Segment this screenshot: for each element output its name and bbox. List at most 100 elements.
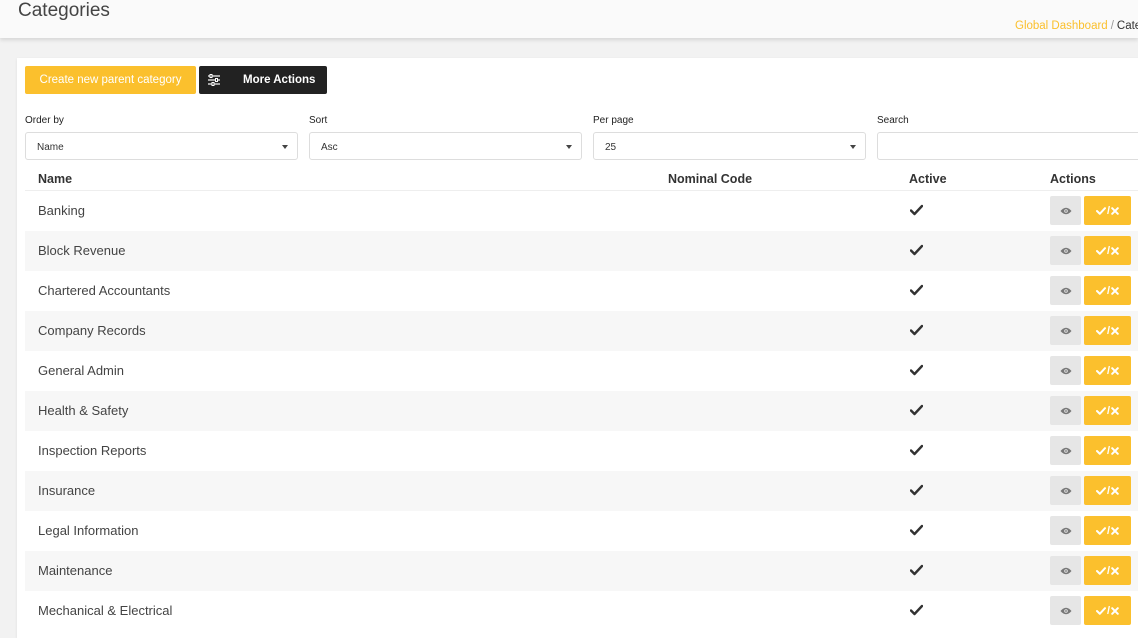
toggle-active-button[interactable]: / [1084,316,1131,345]
table-header: Name Nominal Code Active Actions [25,170,1138,191]
table-row: Chartered Accountants / [25,271,1138,311]
category-name[interactable]: Mechanical & Electrical [38,603,172,618]
view-button[interactable] [1050,436,1081,465]
toggle-active-button[interactable]: / [1084,196,1131,225]
check-icon [1095,526,1106,535]
more-actions-label: More Actions [243,74,316,86]
view-button[interactable] [1050,596,1081,625]
toggle-separator: / [1106,484,1111,497]
breadcrumb-separator: / [1110,20,1114,32]
view-button[interactable] [1050,556,1081,585]
toggle-active-button[interactable]: / [1084,436,1131,465]
toggle-active-button[interactable]: / [1084,276,1131,305]
table-row: Maintenance / [25,551,1138,591]
sort-value: Asc [321,142,338,153]
per-page-value: 25 [605,142,617,153]
check-icon [1095,406,1106,415]
toggle-active-button[interactable]: / [1084,516,1131,545]
eye-icon [1060,567,1072,575]
table-row: Company Records / [25,311,1138,351]
category-name[interactable]: Block Revenue [38,243,125,258]
column-header-nominal-code[interactable]: Nominal Code [668,172,752,186]
view-button[interactable] [1050,516,1081,545]
toggle-active-button[interactable]: / [1084,476,1131,505]
eye-icon [1060,367,1072,375]
toggle-separator: / [1106,244,1111,257]
table-row: Health & Safety / [25,391,1138,431]
column-header-actions: Actions [1050,172,1096,186]
sort-filter: Sort Asc [309,115,582,160]
table-row: Legal Information / [25,511,1138,551]
eye-icon [1060,407,1072,415]
category-name[interactable]: Legal Information [38,523,138,538]
eye-icon [1060,447,1072,455]
search-input[interactable] [877,132,1138,160]
toggle-active-button[interactable]: / [1084,596,1131,625]
toggle-active-button[interactable]: / [1084,356,1131,385]
category-name[interactable]: General Admin [38,363,124,378]
cross-icon [1111,366,1119,375]
caret-down-icon [566,145,572,149]
category-name[interactable]: Health & Safety [38,403,128,418]
view-button[interactable] [1050,476,1081,505]
per-page-select[interactable]: 25 [593,132,866,160]
search-label: Search [877,115,909,126]
active-check-icon [909,444,924,456]
active-check-icon [909,484,924,496]
breadcrumb-link-global-dashboard[interactable]: Global Dashboard [1015,20,1108,32]
sliders-icon [207,73,221,87]
cross-icon [1111,566,1119,575]
category-name[interactable]: Inspection Reports [38,443,146,458]
active-check-icon [909,284,924,296]
eye-icon [1060,607,1072,615]
table-row: General Admin / [25,351,1138,391]
active-check-icon [909,364,924,376]
toggle-separator: / [1106,604,1111,617]
cross-icon [1111,286,1119,295]
toggle-active-button[interactable]: / [1084,556,1131,585]
toggle-active-button[interactable]: / [1084,396,1131,425]
toggle-separator: / [1106,204,1111,217]
category-name[interactable]: Maintenance [38,563,112,578]
category-name[interactable]: Insurance [38,483,95,498]
more-actions-button[interactable]: More Actions [199,66,327,94]
breadcrumb-current: Cate [1116,20,1138,32]
view-button[interactable] [1050,236,1081,265]
toggle-active-button[interactable]: / [1084,236,1131,265]
category-name[interactable]: Banking [38,203,85,218]
active-check-icon [909,524,924,536]
sort-select[interactable]: Asc [309,132,582,160]
cross-icon [1111,446,1119,455]
eye-icon [1060,287,1072,295]
view-button[interactable] [1050,396,1081,425]
category-name[interactable]: Company Records [38,323,146,338]
active-check-icon [909,404,924,416]
create-parent-category-button[interactable]: Create new parent category [25,66,196,94]
check-icon [1095,566,1106,575]
view-button[interactable] [1050,276,1081,305]
order-by-select[interactable]: Name [25,132,298,160]
table-row: Block Revenue / [25,231,1138,271]
categories-table: Name Nominal Code Active Actions Banking… [25,170,1138,631]
order-by-value: Name [37,142,64,153]
view-button[interactable] [1050,196,1081,225]
eye-icon [1060,327,1072,335]
active-check-icon [909,244,924,256]
category-name[interactable]: Chartered Accountants [38,283,170,298]
check-icon [1095,286,1106,295]
cross-icon [1111,606,1119,615]
check-icon [1095,446,1106,455]
table-row: Mechanical & Electrical / [25,591,1138,631]
column-header-active[interactable]: Active [909,172,947,186]
check-icon [1095,246,1106,255]
table-row: Inspection Reports / [25,431,1138,471]
toggle-separator: / [1106,524,1111,537]
column-header-name[interactable]: Name [38,172,72,186]
sort-label: Sort [309,115,328,126]
toggle-separator: / [1106,324,1111,337]
per-page-label: Per page [593,115,634,126]
toggle-separator: / [1106,564,1111,577]
view-button[interactable] [1050,316,1081,345]
eye-icon [1060,247,1072,255]
view-button[interactable] [1050,356,1081,385]
